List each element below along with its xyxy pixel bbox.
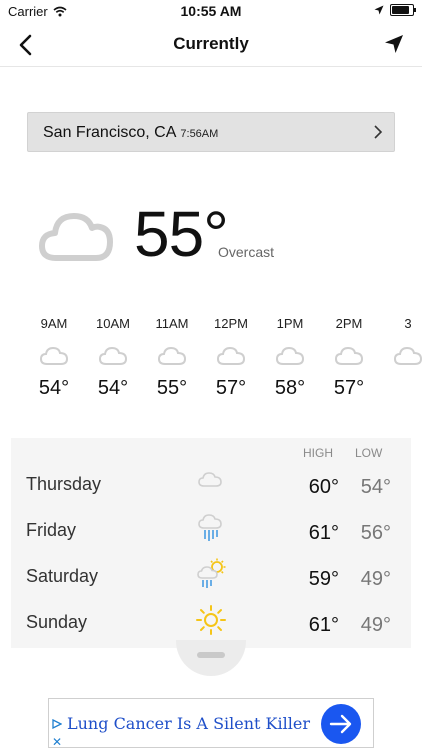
day-row[interactable]: Sunday 61° 49° xyxy=(11,604,411,644)
status-bar: Carrier 10:55 AM xyxy=(0,0,422,22)
day-name: Thursday xyxy=(26,474,102,494)
hour-temp: 55° xyxy=(156,377,188,399)
day-high: 61° xyxy=(308,522,339,544)
ad-banner[interactable]: ✕ Lung Cancer Is A Silent Killer xyxy=(48,698,374,749)
hour-time: 12PM xyxy=(214,316,248,331)
hour-temp: 54° xyxy=(38,377,70,399)
hour-item: 2PM 57° xyxy=(319,316,379,400)
day-high: 59° xyxy=(308,568,339,590)
rain-cloud-icon xyxy=(198,514,222,541)
chevron-right-icon xyxy=(374,125,383,139)
nav-bar: Currently xyxy=(0,22,422,67)
day-row[interactable]: Thursday 60° 54° xyxy=(11,466,411,506)
hour-item-partial: 3 xyxy=(378,316,422,367)
page-title: Currently xyxy=(173,34,249,53)
sun-icon xyxy=(196,605,226,635)
status-right xyxy=(374,4,416,16)
current-temperature: 55° xyxy=(134,198,229,270)
cloud-icon xyxy=(198,472,222,487)
hour-time: 2PM xyxy=(335,316,363,331)
day-high: 60° xyxy=(308,476,339,498)
hour-time: 11AM xyxy=(155,316,189,331)
daily-forecast: HIGH LOW Thursday 60° 54° Friday 61° 56°… xyxy=(11,438,411,648)
day-name: Sunday xyxy=(26,612,88,632)
low-header: LOW xyxy=(355,446,383,460)
hour-temp: 57° xyxy=(215,377,247,399)
high-header: HIGH xyxy=(303,446,333,460)
location-name: San Francisco, CA xyxy=(43,124,177,141)
ad-go-button[interactable] xyxy=(321,704,361,744)
current-condition: Overcast xyxy=(218,244,275,260)
day-name: Friday xyxy=(26,520,77,540)
cloud-icon xyxy=(157,346,187,365)
handle-grip xyxy=(197,652,225,658)
hour-time: 10AM xyxy=(96,316,130,331)
day-low: 56° xyxy=(360,522,391,544)
hourly-forecast[interactable]: 9AM 54° 10AM 54° 11AM 55° 12PM 57° 1PM 5… xyxy=(24,316,422,416)
battery-icon xyxy=(390,4,416,16)
arrow-right-icon xyxy=(329,714,352,734)
ad-close-button[interactable]: ✕ xyxy=(52,735,62,749)
current-cloud-icon xyxy=(39,213,113,261)
hour-item: 10AM 54° xyxy=(83,316,143,400)
location-arrow-icon xyxy=(374,5,384,15)
hour-item: 1PM 58° xyxy=(260,316,320,400)
day-row[interactable]: Saturday 59° 49° xyxy=(11,558,411,598)
hour-temp: 54° xyxy=(97,377,129,399)
cloud-icon xyxy=(216,346,246,365)
day-row[interactable]: Friday 61° 56° xyxy=(11,512,411,552)
navigation-arrow-icon[interactable] xyxy=(382,32,406,56)
hour-item: 12PM 57° xyxy=(201,316,261,400)
day-low: 49° xyxy=(360,568,391,590)
day-low: 49° xyxy=(360,614,391,636)
hour-time: 1PM xyxy=(276,316,304,331)
status-time: 10:55 AM xyxy=(180,3,242,19)
sun-rain-icon xyxy=(197,558,226,588)
ad-text: Lung Cancer Is A Silent Killer xyxy=(67,714,310,733)
hour-item: 9AM 54° xyxy=(24,316,84,400)
cloud-icon xyxy=(334,346,364,365)
day-high: 61° xyxy=(308,614,339,636)
hour-temp: 58° xyxy=(274,377,306,399)
location-time: 7:56AM xyxy=(180,128,219,140)
location-text: San Francisco, CA 7:56AM xyxy=(43,124,218,142)
cloud-icon xyxy=(275,346,305,365)
location-selector[interactable]: San Francisco, CA 7:56AM xyxy=(27,112,395,152)
cloud-icon xyxy=(98,346,128,365)
expand-handle[interactable] xyxy=(176,640,246,676)
hour-time: 9AM xyxy=(40,316,68,331)
hour-temp: 57° xyxy=(333,377,365,399)
cloud-icon xyxy=(393,346,422,365)
cloud-icon xyxy=(39,346,69,365)
day-name: Saturday xyxy=(26,566,99,586)
ad-choices-icon[interactable] xyxy=(52,719,62,729)
hour-item: 11AM 55° xyxy=(142,316,202,400)
day-low: 54° xyxy=(360,476,391,498)
